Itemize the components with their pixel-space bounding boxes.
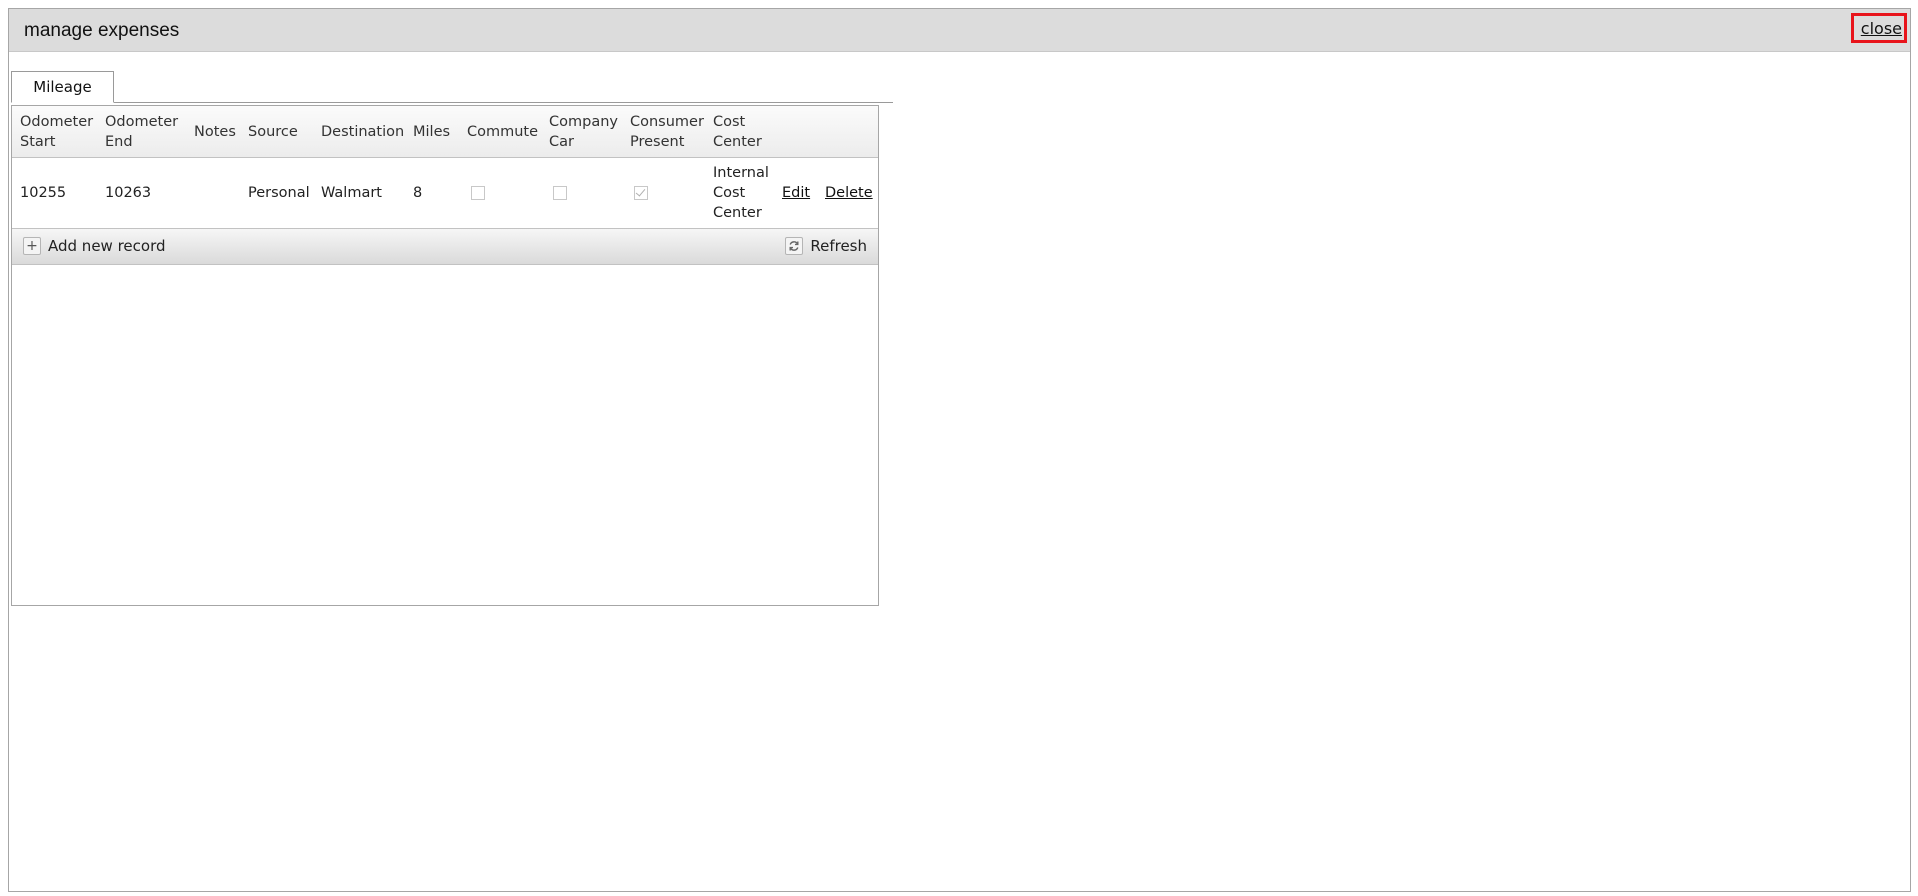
column-header-miles[interactable]: Miles [413, 122, 450, 142]
add-new-record-label: Add new record [48, 237, 166, 255]
commute-checkbox [471, 186, 485, 200]
plus-icon: + [23, 237, 41, 255]
cell-source: Personal [248, 185, 310, 201]
column-header-commute[interactable]: Commute [467, 122, 538, 142]
company-car-checkbox [553, 186, 567, 200]
tab-mileage[interactable]: Mileage [11, 71, 114, 103]
window-title: manage expenses [24, 20, 180, 41]
column-header-company-car[interactable]: Company Car [549, 112, 618, 152]
refresh-label: Refresh [810, 237, 867, 255]
manage-expenses-window: manage expenses close Mileage Odometer S… [8, 8, 1911, 892]
grid-header: Odometer Start Odometer End Notes Source… [12, 106, 878, 158]
column-header-notes[interactable]: Notes [194, 122, 236, 142]
tab-strip-divider [114, 102, 893, 103]
consumer-present-checkbox [634, 186, 648, 200]
add-new-record-button[interactable]: + Add new record [23, 237, 166, 255]
grid-toolbar: + Add new record Refresh [12, 229, 878, 265]
refresh-button[interactable]: Refresh [785, 237, 867, 255]
cell-cost-center: Internal Cost Center [713, 165, 769, 221]
close-link[interactable]: close [1851, 13, 1907, 43]
cell-miles: 8 [413, 185, 423, 201]
column-header-destination[interactable]: Destination [321, 122, 404, 142]
refresh-icon [785, 237, 804, 255]
table-row[interactable]: 10255 10263 Personal Walmart 8 Internal … [12, 158, 878, 229]
mileage-grid: Odometer Start Odometer End Notes Source… [11, 105, 879, 606]
column-header-cost-center[interactable]: Cost Center [713, 112, 762, 152]
cell-odometer-end: 10263 [105, 185, 152, 201]
delete-link[interactable]: Delete [825, 183, 873, 203]
edit-link[interactable]: Edit [782, 183, 810, 203]
window-titlebar: manage expenses close [9, 9, 1910, 52]
column-header-source[interactable]: Source [248, 122, 298, 142]
cell-destination: Walmart [321, 185, 382, 201]
column-header-odometer-end[interactable]: Odometer End [105, 112, 178, 152]
column-header-odometer-start[interactable]: Odometer Start [20, 112, 93, 152]
column-header-consumer-present[interactable]: Consumer Present [630, 112, 704, 152]
cell-odometer-start: 10255 [20, 185, 67, 201]
